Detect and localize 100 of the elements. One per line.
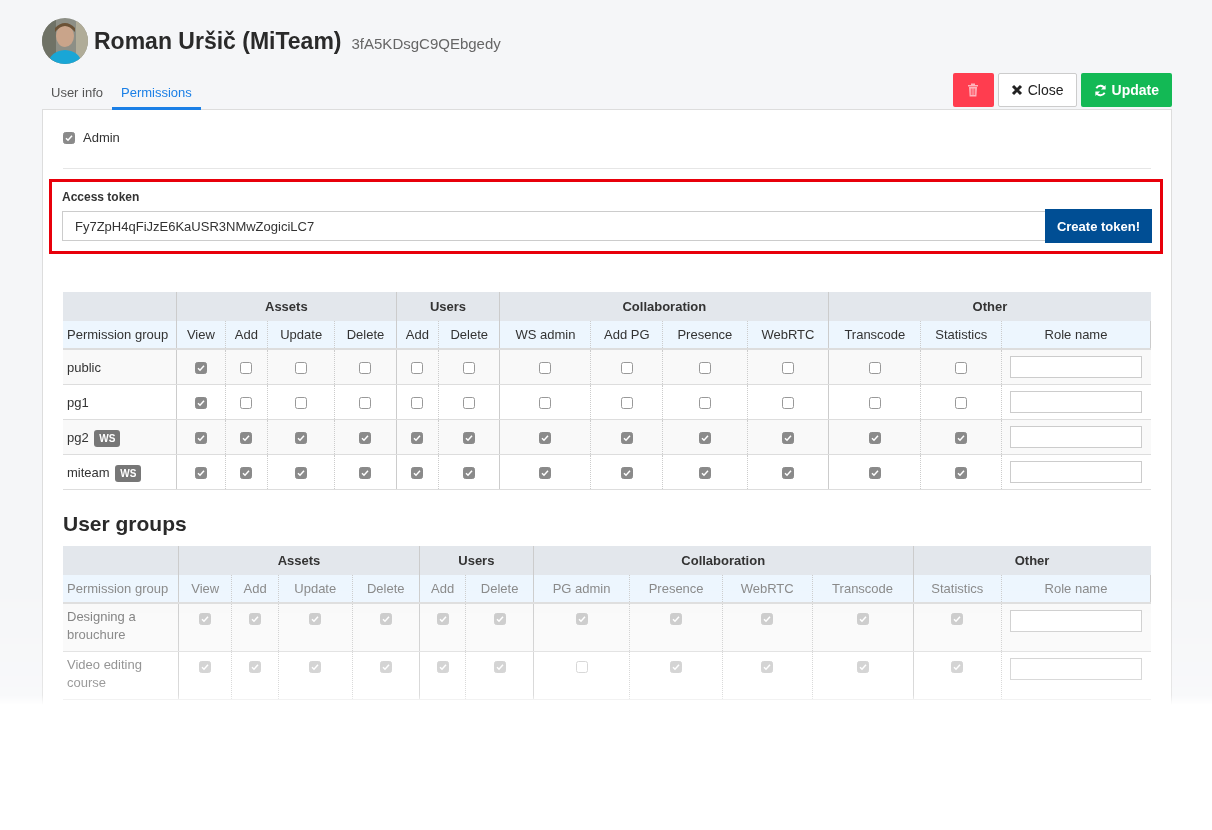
checkbox[interactable] xyxy=(295,362,308,375)
checkbox[interactable] xyxy=(359,397,372,410)
checkbox[interactable] xyxy=(868,362,881,375)
column-header: Add xyxy=(231,575,279,603)
checkbox[interactable] xyxy=(698,397,711,410)
column-header: Presence xyxy=(629,575,723,603)
column-header: WebRTC xyxy=(722,575,812,603)
checkbox[interactable] xyxy=(955,397,968,410)
checkbox[interactable] xyxy=(194,467,207,480)
role-name-field[interactable] xyxy=(1010,658,1143,680)
checkbox[interactable] xyxy=(539,362,552,375)
role-name-field[interactable] xyxy=(1010,426,1143,448)
checkbox[interactable] xyxy=(698,432,711,445)
column-header: Update xyxy=(267,321,335,349)
column-header: Add PG xyxy=(590,321,663,349)
group-header: Collaboration xyxy=(499,292,829,321)
refresh-icon xyxy=(1093,83,1107,97)
checkbox[interactable] xyxy=(240,362,253,375)
column-header: Update xyxy=(278,575,353,603)
checkbox[interactable] xyxy=(781,397,794,410)
checkbox[interactable] xyxy=(411,467,424,480)
column-header: Presence xyxy=(662,321,748,349)
user-name: Roman Uršič (MiTeam) xyxy=(94,27,342,55)
column-header: Delete xyxy=(352,575,420,603)
checkbox[interactable] xyxy=(240,432,253,445)
checkbox[interactable] xyxy=(955,432,968,445)
column-header: Delete xyxy=(465,575,534,603)
checkbox[interactable] xyxy=(240,397,253,410)
column-header: Add xyxy=(396,321,439,349)
checkbox[interactable] xyxy=(698,467,711,480)
user-id: 3fA5KDsgC9QEbgedy xyxy=(351,34,501,52)
checkbox[interactable] xyxy=(463,467,476,480)
checkbox[interactable] xyxy=(463,432,476,445)
role-name-field[interactable] xyxy=(1010,461,1143,483)
group-header: Other xyxy=(828,292,1151,321)
checkbox[interactable] xyxy=(411,397,424,410)
trash-icon xyxy=(967,83,980,97)
checkbox[interactable] xyxy=(539,397,552,410)
column-header: View xyxy=(178,575,232,603)
checkbox[interactable] xyxy=(539,467,552,480)
checkbox[interactable] xyxy=(955,362,968,375)
checkbox[interactable] xyxy=(781,362,794,375)
checkbox[interactable] xyxy=(868,397,881,410)
group-name: pg1 xyxy=(67,394,89,410)
group-header: Users xyxy=(396,292,500,321)
checkbox[interactable] xyxy=(781,432,794,445)
group-header: Assets xyxy=(178,546,420,575)
column-header: View xyxy=(176,321,226,349)
checkbox[interactable] xyxy=(620,362,633,375)
checkbox[interactable] xyxy=(955,467,968,480)
role-name-field[interactable] xyxy=(1010,610,1143,632)
checkbox[interactable] xyxy=(359,467,372,480)
checkbox[interactable] xyxy=(620,467,633,480)
column-header: Delete xyxy=(334,321,397,349)
checkbox[interactable] xyxy=(620,397,633,410)
group-name: pg2 xyxy=(67,429,89,445)
field-label: Access token xyxy=(62,190,141,204)
column-header: WS admin xyxy=(499,321,591,349)
close-button[interactable]: Close xyxy=(997,73,1077,107)
checkbox[interactable] xyxy=(359,362,372,375)
column-header: Permission group xyxy=(63,575,179,603)
checkbox[interactable] xyxy=(463,362,476,375)
checkbox[interactable] xyxy=(411,362,424,375)
checkbox[interactable] xyxy=(868,467,881,480)
role-name-field[interactable] xyxy=(1010,356,1143,378)
checkbox[interactable] xyxy=(463,397,476,410)
checkbox[interactable] xyxy=(63,131,75,144)
role-name-field[interactable] xyxy=(1010,391,1143,413)
column-header: Transcode xyxy=(812,575,914,603)
checkbox[interactable] xyxy=(620,432,633,445)
close-icon xyxy=(1010,84,1023,96)
column-header: Statistics xyxy=(913,575,1002,603)
column-header: PG admin xyxy=(533,575,630,603)
create-token-button[interactable]: Create token! xyxy=(1044,209,1152,243)
group-name: Designing a brouchure xyxy=(67,609,136,642)
tab[interactable]: User info xyxy=(42,77,113,110)
column-header: Permission group xyxy=(63,321,177,349)
checkbox[interactable] xyxy=(194,432,207,445)
checkbox[interactable] xyxy=(411,432,424,445)
checkbox[interactable] xyxy=(240,467,253,480)
checkbox[interactable] xyxy=(295,467,308,480)
group-name: public xyxy=(67,359,101,375)
group-header: Other xyxy=(913,546,1151,575)
group-name: miteam xyxy=(67,464,110,480)
ws-badge: WS xyxy=(94,429,121,447)
checkbox[interactable] xyxy=(698,362,711,375)
section-title: User groups xyxy=(63,512,188,536)
checkbox[interactable] xyxy=(539,432,552,445)
checkbox[interactable] xyxy=(781,467,794,480)
token-field[interactable]: Fy7ZpH4qFiJzE6KaUSR3NMwZogiciLC7 xyxy=(62,211,1045,241)
ws-badge: WS xyxy=(115,464,142,482)
column-header: Add xyxy=(225,321,268,349)
checkbox[interactable] xyxy=(295,397,308,410)
checkbox[interactable] xyxy=(295,432,308,445)
checkbox[interactable] xyxy=(868,432,881,445)
column-header: Role name xyxy=(1001,575,1151,603)
checkbox[interactable] xyxy=(194,397,207,410)
checkbox[interactable] xyxy=(359,432,372,445)
delete-button[interactable] xyxy=(952,73,994,107)
checkbox[interactable] xyxy=(194,362,207,375)
